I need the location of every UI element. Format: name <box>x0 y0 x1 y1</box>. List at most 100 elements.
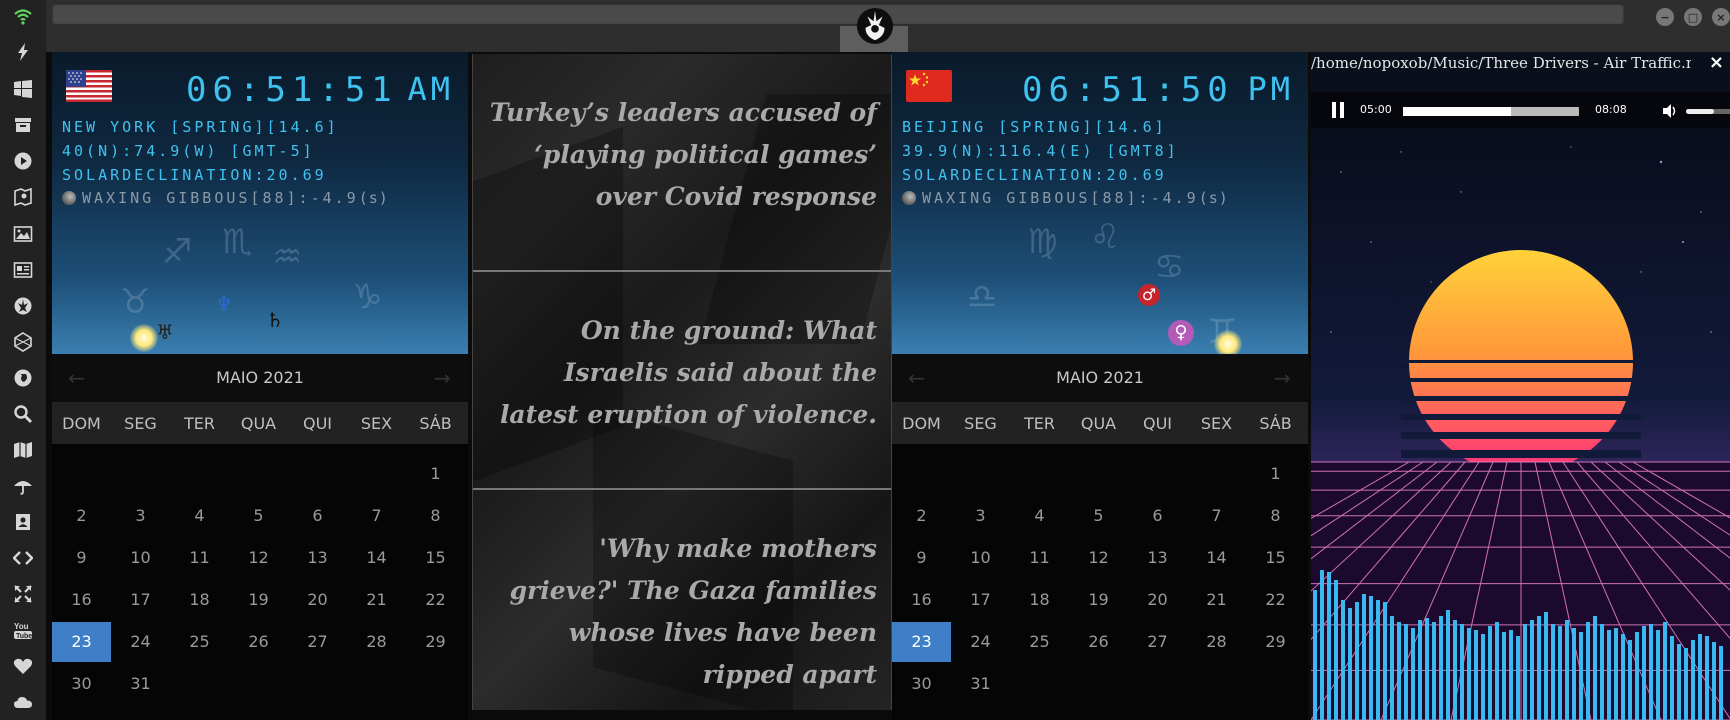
cloud-icon[interactable] <box>12 691 34 713</box>
calendar-day[interactable]: 4 <box>1010 496 1069 536</box>
calendar-day[interactable]: 22 <box>406 580 465 620</box>
close-window-button[interactable]: × <box>1712 8 1730 26</box>
calendar-day[interactable]: 13 <box>288 538 347 578</box>
calendar-day[interactable]: 22 <box>1246 580 1305 620</box>
calendar-day[interactable]: 5 <box>1069 496 1128 536</box>
progress-bar[interactable] <box>1403 107 1579 116</box>
image-icon[interactable] <box>12 223 34 245</box>
calendar-day[interactable]: 27 <box>288 622 347 662</box>
calendar-day[interactable]: 10 <box>951 538 1010 578</box>
calendar-day[interactable]: 8 <box>1246 496 1305 536</box>
calendar-day[interactable]: 8 <box>406 496 465 536</box>
calendar-day[interactable]: 30 <box>892 664 951 704</box>
calendar-day[interactable]: 24 <box>951 622 1010 662</box>
calendar-day[interactable]: 12 <box>229 538 288 578</box>
calendar-day[interactable]: 27 <box>1128 622 1187 662</box>
calendar-day[interactable]: 11 <box>1010 538 1069 578</box>
news-separator <box>473 488 891 490</box>
calendar-day[interactable]: 20 <box>288 580 347 620</box>
code-icon[interactable] <box>12 547 34 569</box>
calendar-day[interactable]: 6 <box>1128 496 1187 536</box>
calendar-day[interactable]: 25 <box>1010 622 1069 662</box>
calendar-day[interactable]: 15 <box>406 538 465 578</box>
news-story[interactable]: On the ground: What Israelis said about … <box>487 310 877 436</box>
calendar-day[interactable]: 26 <box>1069 622 1128 662</box>
calendar-day[interactable]: 15 <box>1246 538 1305 578</box>
next-month-button[interactable]: → <box>434 366 451 390</box>
calendar-day[interactable]: 28 <box>1187 622 1246 662</box>
calendar-day[interactable]: 16 <box>52 580 111 620</box>
newspaper-icon[interactable] <box>12 259 34 281</box>
calendar-day[interactable]: 7 <box>347 496 406 536</box>
lightning-icon[interactable] <box>12 41 34 63</box>
map-icon[interactable] <box>12 439 34 461</box>
calendar-day[interactable]: 31 <box>951 664 1010 704</box>
archive-icon[interactable] <box>12 114 34 136</box>
rebel-alliance-icon[interactable] <box>12 295 34 317</box>
calendar-day[interactable]: 6 <box>288 496 347 536</box>
calendar-day[interactable]: 25 <box>170 622 229 662</box>
calendar-day[interactable]: 11 <box>170 538 229 578</box>
pause-icon[interactable] <box>1329 101 1347 119</box>
volume-icon[interactable] <box>1662 104 1678 118</box>
calendar-day[interactable]: 10 <box>111 538 170 578</box>
calendar-day[interactable]: 16 <box>892 580 951 620</box>
calendar-day[interactable]: 13 <box>1128 538 1187 578</box>
search-icon[interactable] <box>12 403 34 425</box>
heart-icon[interactable] <box>12 655 34 677</box>
youtube-icon[interactable]: You Tube <box>12 619 34 641</box>
calendar-day[interactable]: 26 <box>229 622 288 662</box>
calendar-day[interactable]: 20 <box>1128 580 1187 620</box>
calendar-day[interactable]: 31 <box>111 664 170 704</box>
rebel-alliance-logo-icon[interactable] <box>856 7 894 45</box>
calendar-day[interactable]: 30 <box>52 664 111 704</box>
umbrella-icon[interactable] <box>12 475 34 497</box>
calendar-day[interactable]: 1 <box>406 454 465 494</box>
visualizer-bar <box>1600 624 1604 720</box>
contact-icon[interactable] <box>12 511 34 533</box>
calendar-day[interactable]: 9 <box>52 538 111 578</box>
calendar-day[interactable]: 3 <box>111 496 170 536</box>
player-close-button[interactable]: × <box>1709 52 1724 73</box>
volume-slider[interactable] <box>1686 109 1730 114</box>
calendar-day[interactable]: 5 <box>229 496 288 536</box>
news-story[interactable]: Turkey’s leaders accused of ‘playing pol… <box>487 92 877 218</box>
windows-icon[interactable] <box>12 78 34 100</box>
calendar-day[interactable]: 18 <box>170 580 229 620</box>
wifi-icon[interactable] <box>12 6 34 28</box>
zodiac-taurus-icon: ♉ <box>120 282 151 322</box>
calendar-day[interactable]: 14 <box>347 538 406 578</box>
minimize-button[interactable]: − <box>1656 8 1674 26</box>
calendar-day[interactable]: 2 <box>52 496 111 536</box>
globe-icon[interactable] <box>12 367 34 389</box>
fullscreen-icon[interactable] <box>12 583 34 605</box>
next-month-button[interactable]: → <box>1274 366 1291 390</box>
calendar-day[interactable]: 4 <box>170 496 229 536</box>
maximize-button[interactable]: □ <box>1684 8 1702 26</box>
calendar-day[interactable]: 29 <box>1246 622 1305 662</box>
calendar-day[interactable]: 1 <box>1246 454 1305 494</box>
calendar-day[interactable]: 14 <box>1187 538 1246 578</box>
news-story[interactable]: 'Why make mothers grieve?' The Gaza fami… <box>487 528 877 696</box>
calendar-day[interactable]: 2 <box>892 496 951 536</box>
calendar-day[interactable]: 7 <box>1187 496 1246 536</box>
calendar-day[interactable]: 29 <box>406 622 465 662</box>
calendar-day[interactable]: 21 <box>1187 580 1246 620</box>
play-circle-icon[interactable] <box>12 150 34 172</box>
calendar-day[interactable]: 19 <box>1069 580 1128 620</box>
calendar-day[interactable]: 23 <box>52 622 111 662</box>
calendar-day[interactable]: 21 <box>347 580 406 620</box>
calendar-day[interactable]: 17 <box>951 580 1010 620</box>
top-input-track[interactable] <box>52 3 1624 24</box>
calendar-day[interactable]: 3 <box>951 496 1010 536</box>
calendar-day[interactable]: 28 <box>347 622 406 662</box>
calendar-day[interactable]: 12 <box>1069 538 1128 578</box>
gemini-icon[interactable] <box>12 331 34 353</box>
calendar-day[interactable]: 23 <box>892 622 951 662</box>
calendar-day[interactable]: 18 <box>1010 580 1069 620</box>
calendar-day[interactable]: 9 <box>892 538 951 578</box>
map-book-icon[interactable] <box>12 186 34 208</box>
calendar-day[interactable]: 24 <box>111 622 170 662</box>
calendar-day[interactable]: 17 <box>111 580 170 620</box>
calendar-day[interactable]: 19 <box>229 580 288 620</box>
